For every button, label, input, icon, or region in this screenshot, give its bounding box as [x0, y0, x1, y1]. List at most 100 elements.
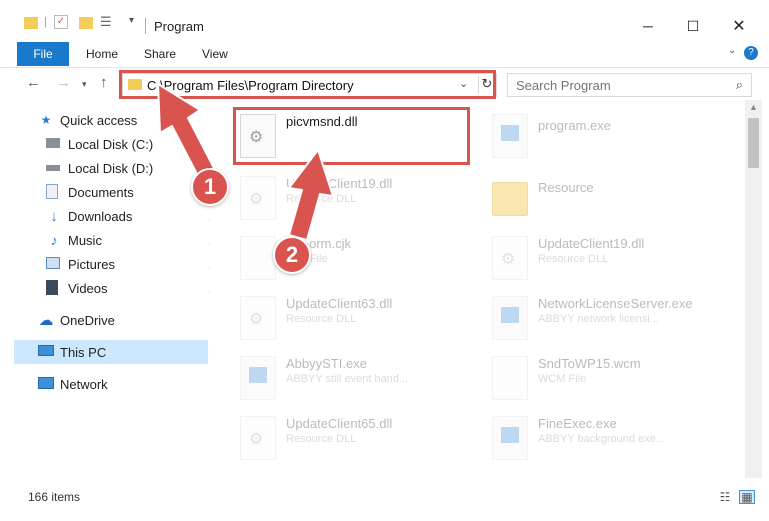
gear-icon: ⚙ — [249, 191, 264, 208]
sidebar-item-music[interactable]: ♪ Music 📌 — [14, 228, 221, 252]
file-item[interactable]: FbForm.cjk CJK File — [234, 230, 474, 292]
chevron-down-icon[interactable]: ▾ — [129, 15, 134, 26]
file-name: UpdateClient19.dll — [286, 176, 393, 191]
file-item[interactable]: program.exe — [486, 108, 726, 170]
documents-icon — [46, 184, 58, 199]
search-icon[interactable]: ⌕ — [736, 77, 743, 93]
file-item[interactable]: ⚙ UpdateClient19.dll Resource DLL — [486, 230, 726, 292]
help-icon[interactable]: ? — [744, 46, 758, 60]
file-item[interactable]: ⚙ UpdateClient19.dll Resource DLL — [234, 170, 474, 232]
sidebar-item-documents[interactable]: Documents — [14, 180, 208, 204]
large-icons-view-icon[interactable]: ▦ — [739, 490, 755, 504]
file-item[interactable]: AbbyySTI.exe ABBYY still event hand... — [234, 350, 474, 412]
sidebar-item-label: OneDrive — [60, 312, 115, 328]
folder-icon — [492, 182, 528, 216]
tab-home[interactable]: Home — [86, 47, 118, 61]
tab-share[interactable]: Share — [144, 47, 176, 61]
sidebar-item-label: Network — [60, 376, 108, 392]
exe-file-icon — [492, 114, 528, 158]
sidebar-item-label: Music — [68, 232, 102, 248]
file-item[interactable]: ⚙ UpdateClient65.dll Resource DLL — [234, 410, 474, 472]
sidebar-item-network[interactable]: Network — [14, 372, 208, 396]
up-icon[interactable]: ↑ — [100, 74, 108, 91]
sidebar-item-label: This PC — [60, 344, 107, 360]
file-icon — [492, 356, 528, 400]
forward-icon[interactable]: → — [56, 74, 71, 91]
file-item[interactable]: SndToWP15.wcm WCM File — [486, 350, 726, 412]
scroll-up-icon[interactable]: ▲ — [749, 102, 758, 112]
sidebar-item-pictures[interactable]: Pictures 📌 — [14, 252, 220, 276]
file-type: ABBYY network licensi... — [538, 313, 659, 325]
file-name: UpdateClient63.dll — [286, 296, 393, 311]
maximize-icon[interactable]: ☐ — [681, 14, 705, 38]
search-input[interactable] — [508, 74, 728, 96]
file-type: Resource DLL — [538, 253, 609, 265]
sidebar-item-local-disk-c[interactable]: Local Disk (C:) — [14, 132, 208, 156]
title-bar: | ✓ ☰ ▾ Program ─ ☐ ✕ — [0, 0, 769, 40]
file-type: ABBYY background exe... — [538, 433, 665, 445]
gear-icon: ⚙ — [249, 431, 264, 448]
recent-locations-icon[interactable]: ▾ — [82, 79, 87, 90]
folder-icon — [24, 17, 38, 29]
file-name: program.exe — [538, 118, 611, 133]
step-1-badge: 1 — [191, 168, 229, 206]
gear-icon: ⚙ — [501, 251, 516, 268]
minimize-icon[interactable]: ─ — [636, 14, 660, 38]
close-icon[interactable]: ✕ — [727, 14, 751, 38]
file-item[interactable]: FineExec.exe ABBYY background exe... — [486, 410, 726, 472]
back-icon[interactable]: ← — [26, 74, 41, 91]
drive-icon — [46, 165, 60, 171]
scroll-thumb[interactable] — [748, 118, 759, 168]
sidebar-item-this-pc[interactable]: This PC — [14, 340, 208, 364]
dll-file-icon: ⚙ — [240, 296, 276, 340]
sidebar-item-label: Pictures — [68, 256, 115, 272]
search-box[interactable]: ⌕ — [507, 73, 752, 97]
sidebar-item-label: Local Disk (D:) — [68, 160, 154, 176]
computer-icon — [38, 345, 54, 356]
drive-icon — [46, 138, 60, 148]
dll-file-icon: ⚙ — [240, 176, 276, 220]
file-type: WCM File — [538, 373, 587, 385]
tab-view[interactable]: View — [202, 47, 228, 61]
details-view-icon[interactable]: ☷ — [717, 490, 733, 504]
file-type: Resource DLL — [286, 433, 357, 445]
dll-file-icon: ⚙ — [492, 236, 528, 280]
vertical-scrollbar[interactable]: ▲ — [745, 100, 762, 478]
file-type: Resource DLL — [286, 313, 357, 325]
file-type: Resource DLL — [286, 193, 357, 205]
new-folder-icon[interactable] — [79, 17, 93, 29]
properties-icon[interactable]: ✓ — [54, 15, 68, 29]
star-icon: ★ — [40, 113, 52, 127]
file-name: FineExec.exe — [538, 416, 617, 431]
item-count: 166 items — [28, 490, 81, 504]
dll-file-icon: ⚙ — [240, 416, 276, 460]
file-item[interactable]: Resource — [486, 170, 726, 232]
file-name: UpdateClient19.dll — [538, 236, 645, 251]
step-2-badge: 2 — [273, 236, 311, 274]
videos-icon — [46, 280, 58, 295]
file-name: NetworkLicenseServer.exe — [538, 296, 693, 311]
file-item[interactable]: ⚙ UpdateClient63.dll Resource DLL — [234, 290, 474, 352]
sidebar-item-videos[interactable]: Videos 📌 — [14, 276, 220, 300]
exe-file-icon — [492, 296, 528, 340]
sidebar-item-label: Documents — [68, 184, 134, 200]
music-icon: ♪ — [50, 232, 58, 248]
sidebar-item-onedrive[interactable]: ☁ OneDrive — [14, 308, 208, 332]
sidebar-item-local-disk-d[interactable]: Local Disk (D:) — [14, 156, 208, 180]
file-item[interactable]: NetworkLicenseServer.exe ABBYY network l… — [486, 290, 726, 352]
expand-ribbon-icon[interactable]: ⌄ — [728, 45, 736, 56]
network-icon — [38, 377, 54, 389]
file-name: Resource — [538, 180, 594, 195]
sidebar-item-downloads[interactable]: ↓ Downloads 📌 — [14, 204, 220, 228]
ribbon-tabs: File Home Share View ⌄ ? — [0, 40, 769, 68]
file-name: SndToWP15.wcm — [538, 356, 641, 371]
customize-toolbar-icon[interactable]: ☰ — [100, 14, 112, 30]
title-divider — [145, 18, 146, 34]
file-name: AbbyySTI.exe — [286, 356, 367, 371]
sidebar-item-quick-access[interactable]: ★ Quick access — [14, 108, 208, 132]
download-icon: ↓ — [50, 207, 58, 225]
cloud-icon: ☁ — [38, 312, 54, 329]
sidebar-item-label: Downloads — [68, 208, 133, 224]
navigation-pane: ★ Quick access Local Disk (C:) Local Dis… — [0, 100, 221, 478]
tab-file[interactable]: File — [17, 42, 69, 66]
